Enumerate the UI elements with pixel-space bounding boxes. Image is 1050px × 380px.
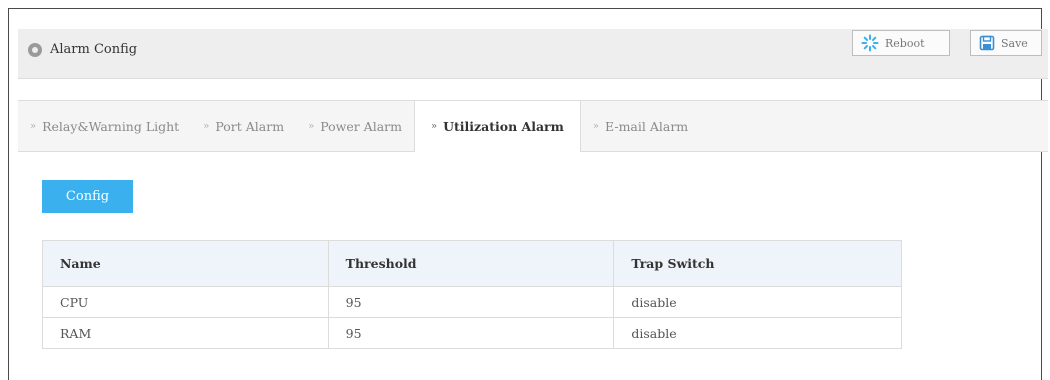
location-pin-icon: [28, 42, 42, 57]
chevron-right-icon: »: [430, 121, 438, 132]
chevron-right-icon: »: [30, 120, 37, 132]
chevron-right-icon: »: [308, 120, 315, 132]
page-title: Alarm Config: [50, 42, 138, 57]
cell-name: CPU: [42, 286, 329, 318]
cell-name: RAM: [42, 317, 329, 349]
table-header-row: Name Threshold Trap Switch: [42, 240, 902, 287]
spinner-icon: [861, 34, 879, 52]
chevron-right-icon: »: [592, 120, 599, 132]
table-row[interactable]: CPU 95 disable: [42, 286, 902, 318]
cell-threshold: 95: [327, 286, 615, 318]
floppy-disk-icon: [979, 35, 995, 51]
tab-utilization-alarm[interactable]: » Utilization Alarm: [413, 101, 581, 152]
tab-power-alarm[interactable]: » Power Alarm: [296, 101, 414, 151]
tab-relay-warning-light[interactable]: » Relay&Warning Light: [18, 101, 191, 151]
tab-label: Port Alarm: [215, 118, 285, 134]
reboot-button[interactable]: Reboot: [852, 30, 950, 56]
column-header-name[interactable]: Name: [42, 240, 329, 287]
cell-trap-switch: disable: [613, 317, 902, 349]
tab-label: Utilization Alarm: [443, 119, 564, 134]
tab-port-alarm[interactable]: » Port Alarm: [191, 101, 296, 151]
save-label: Save: [1001, 36, 1028, 50]
utilization-alarm-table: Name Threshold Trap Switch CPU 95 disabl…: [42, 240, 902, 349]
tab-label: Relay&Warning Light: [42, 118, 180, 134]
column-header-threshold[interactable]: Threshold: [327, 240, 615, 287]
cell-trap-switch: disable: [613, 286, 902, 318]
tab-bar: » Relay&Warning Light » Port Alarm » Pow…: [18, 100, 1048, 152]
tab-email-alarm[interactable]: » E-mail Alarm: [581, 101, 700, 151]
config-button[interactable]: Config: [42, 180, 133, 213]
header-title-group: Alarm Config: [28, 42, 137, 57]
reboot-label: Reboot: [885, 36, 925, 50]
cell-threshold: 95: [327, 317, 615, 349]
table-row[interactable]: RAM 95 disable: [42, 317, 902, 349]
save-button[interactable]: Save: [970, 30, 1042, 56]
column-header-trap-switch[interactable]: Trap Switch: [613, 240, 902, 287]
tab-label: E-mail Alarm: [605, 118, 689, 134]
chevron-right-icon: »: [203, 120, 210, 132]
tab-label: Power Alarm: [320, 118, 402, 134]
